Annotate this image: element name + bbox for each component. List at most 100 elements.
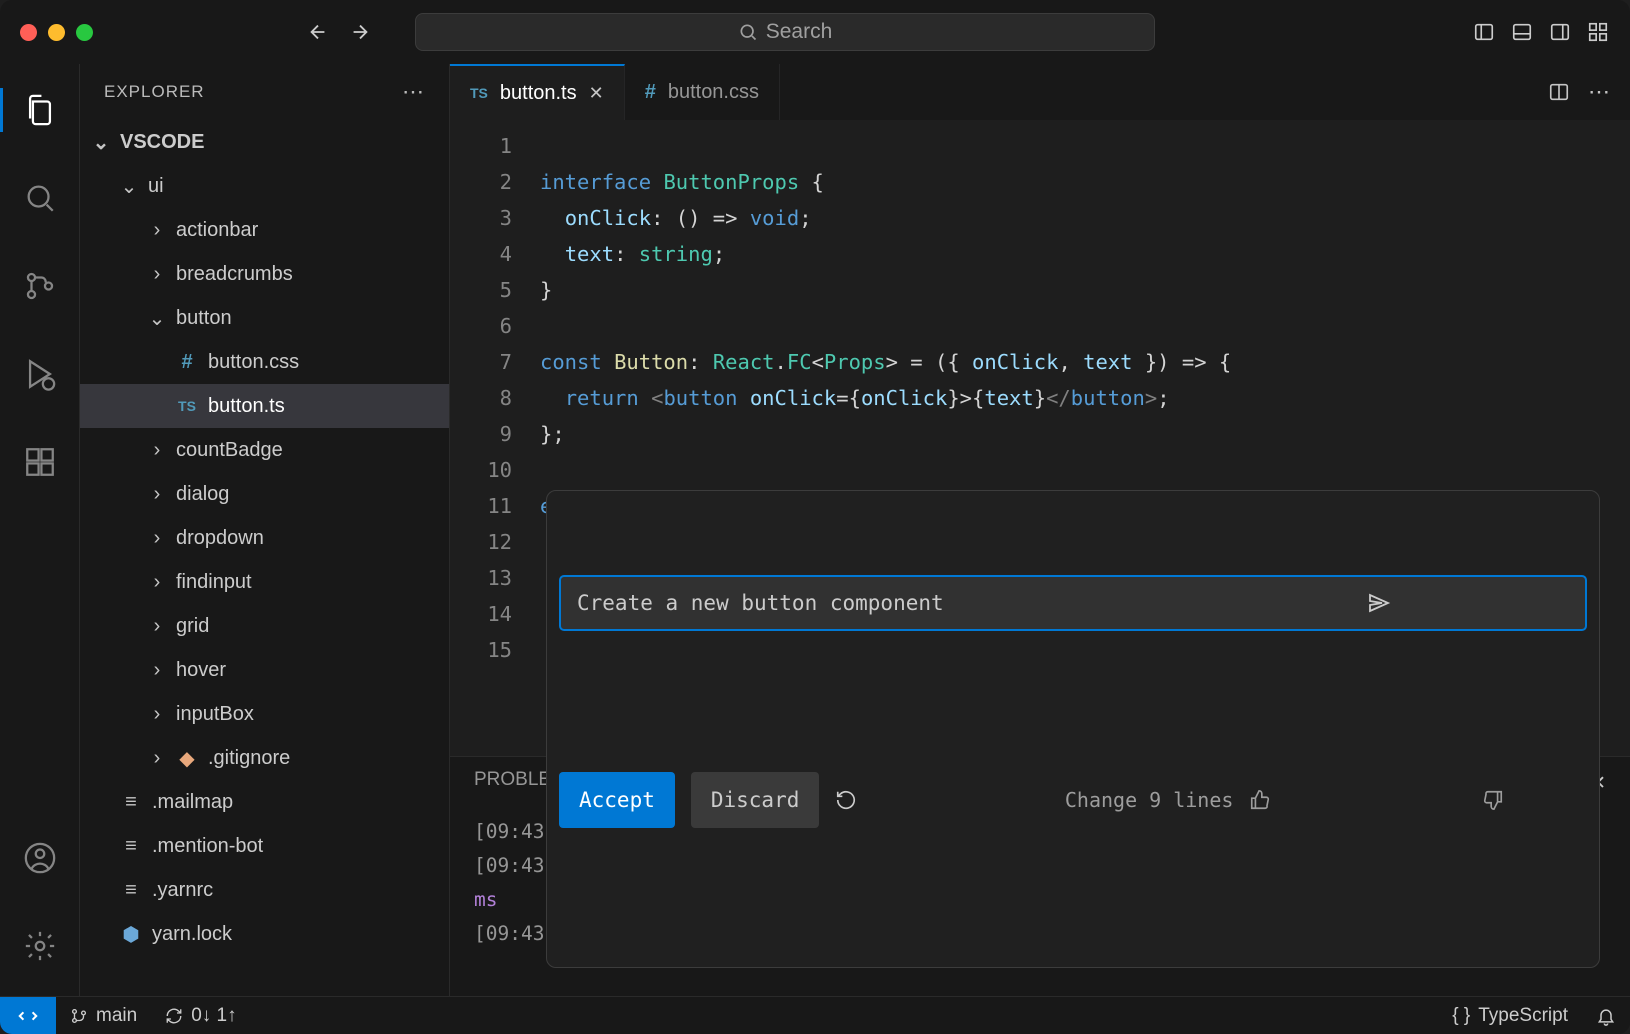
discard-button[interactable]: Discard xyxy=(691,772,820,828)
branch-icon xyxy=(70,1007,88,1025)
tree-item[interactable]: ≡ .yarnrc xyxy=(80,868,449,912)
command-center-search[interactable]: Search xyxy=(415,13,1155,51)
close-window-button[interactable] xyxy=(20,24,37,41)
layout-panel-bottom-icon[interactable] xyxy=(1510,20,1534,44)
tree-item[interactable]: ⌄button xyxy=(80,296,449,340)
nav-back-button[interactable] xyxy=(307,21,329,43)
minimize-window-button[interactable] xyxy=(48,24,65,41)
layout-sidebar-left-icon[interactable] xyxy=(1472,20,1496,44)
chevron-right-icon: › xyxy=(148,615,166,638)
editor-tabs: TS button.ts ✕ # button.css ⋯ xyxy=(450,64,1630,120)
braces-icon: { } xyxy=(1452,1005,1470,1027)
tab-label: button.ts xyxy=(500,82,577,105)
branch-name: main xyxy=(96,1005,137,1027)
code-content[interactable]: interface ButtonProps { onClick: () => v… xyxy=(540,120,1630,756)
titlebar-right xyxy=(1472,20,1610,44)
nav-arrows xyxy=(307,21,371,43)
inline-chat-actions: Accept Discard Change 9 lines xyxy=(559,717,1587,883)
tree-item[interactable]: ›◆.gitignore xyxy=(80,736,449,780)
tree-item[interactable]: ≡.mailmap xyxy=(80,780,449,824)
bell-icon xyxy=(1596,1006,1616,1026)
thumbs-down-icon[interactable] xyxy=(1482,717,1630,883)
tree-item-label: .gitignore xyxy=(208,747,290,770)
tree-item[interactable]: ⌄ui xyxy=(80,164,449,208)
tree-item[interactable]: ⬢yarn.lock xyxy=(80,912,449,956)
tree-item-label: findinput xyxy=(176,571,252,594)
tree-item[interactable]: ›inputBox xyxy=(80,692,449,736)
code-editor[interactable]: 123456789101112131415 interface ButtonPr… xyxy=(450,120,1630,756)
files-icon xyxy=(23,93,57,127)
git-branch[interactable]: main xyxy=(56,1005,151,1027)
send-icon[interactable] xyxy=(1367,519,1569,687)
activity-settings[interactable] xyxy=(12,918,68,974)
chevron-right-icon: › xyxy=(148,659,166,682)
sync-icon xyxy=(165,1007,183,1025)
notifications-button[interactable] xyxy=(1582,1006,1630,1026)
editor-actions: ⋯ xyxy=(1548,64,1630,120)
more-actions-icon[interactable]: ⋯ xyxy=(1588,79,1610,105)
tree-item[interactable]: #button.css xyxy=(80,340,449,384)
tree-item-label: breadcrumbs xyxy=(176,263,293,286)
typescript-icon: TS xyxy=(176,398,198,414)
file-icon: ≡ xyxy=(120,835,142,858)
tree-item[interactable]: › dialog xyxy=(80,472,449,516)
accept-button[interactable]: Accept xyxy=(559,772,675,828)
tree-item[interactable]: ›dropdown xyxy=(80,516,449,560)
thumbs-up-icon[interactable] xyxy=(1249,717,1466,883)
activity-source-control[interactable] xyxy=(12,258,68,314)
remote-indicator[interactable] xyxy=(0,997,56,1034)
titlebar: Search xyxy=(0,0,1630,64)
tab-label: button.css xyxy=(668,81,759,104)
maximize-window-button[interactable] xyxy=(76,24,93,41)
tree-item[interactable]: ›hover xyxy=(80,648,449,692)
tree-item[interactable]: TSbutton.ts xyxy=(80,384,449,428)
activity-accounts[interactable] xyxy=(12,830,68,886)
tree-item[interactable]: › grid xyxy=(80,604,449,648)
split-editor-icon[interactable] xyxy=(1548,81,1570,103)
activity-run-debug[interactable] xyxy=(12,346,68,402)
tree-item-label: dialog xyxy=(176,483,229,506)
activity-extensions[interactable] xyxy=(12,434,68,490)
activity-search[interactable] xyxy=(12,170,68,226)
typescript-icon: TS xyxy=(470,85,488,101)
status-bar: main 0↓ 1↑ { } TypeScript xyxy=(0,996,1630,1034)
chevron-down-icon: ⌄ xyxy=(148,306,166,331)
sync-status[interactable]: 0↓ 1↑ xyxy=(151,1005,250,1027)
tree-item[interactable]: ≡.mention-bot xyxy=(80,824,449,868)
tree-item[interactable]: ›countBadge xyxy=(80,428,449,472)
inline-chat-input[interactable]: Create a new button component xyxy=(559,575,1587,631)
chevron-right-icon: › xyxy=(148,571,166,594)
tree-item[interactable]: ›actionbar xyxy=(80,208,449,252)
tab-button-ts[interactable]: TS button.ts ✕ xyxy=(450,64,625,120)
close-icon[interactable]: ✕ xyxy=(589,83,604,104)
language-label: TypeScript xyxy=(1478,1005,1568,1027)
sync-counts: 0↓ 1↑ xyxy=(191,1005,236,1027)
customize-layout-icon[interactable] xyxy=(1586,20,1610,44)
regenerate-icon[interactable] xyxy=(835,717,1032,883)
nav-forward-button[interactable] xyxy=(349,21,371,43)
file-icon: ≡ xyxy=(120,791,142,814)
chevron-right-icon: › xyxy=(148,703,166,726)
source-control-icon xyxy=(23,269,57,303)
hash-icon: # xyxy=(645,81,656,104)
sidebar: EXPLORER ⋯ ⌄ VSCODE ⌄ui›actionbar›breadc… xyxy=(80,64,450,996)
chevron-right-icon: › xyxy=(148,483,166,506)
layout-sidebar-right-icon[interactable] xyxy=(1548,20,1572,44)
activity-explorer[interactable] xyxy=(12,82,68,138)
sidebar-title: EXPLORER xyxy=(104,82,205,102)
sidebar-more-button[interactable]: ⋯ xyxy=(402,79,425,105)
language-mode[interactable]: { } TypeScript xyxy=(1438,1005,1582,1027)
debug-icon xyxy=(23,357,57,391)
activity-bar xyxy=(0,64,80,996)
tree-item[interactable]: › findinput xyxy=(80,560,449,604)
tree-item-label: .yarnrc xyxy=(152,879,213,902)
file-explorer-tree: ⌄ VSCODE ⌄ui›actionbar›breadcrumbs⌄butto… xyxy=(80,120,449,996)
tab-button-css[interactable]: # button.css xyxy=(625,64,780,120)
tree-root-label: VSCODE xyxy=(120,131,204,154)
tree-item[interactable]: ›breadcrumbs xyxy=(80,252,449,296)
file-icon: ≡ xyxy=(120,879,142,902)
extensions-icon xyxy=(23,445,57,479)
tree-root[interactable]: ⌄ VSCODE xyxy=(80,120,449,164)
yarn-icon: ⬢ xyxy=(120,922,142,947)
tree-item-label: grid xyxy=(176,615,209,638)
